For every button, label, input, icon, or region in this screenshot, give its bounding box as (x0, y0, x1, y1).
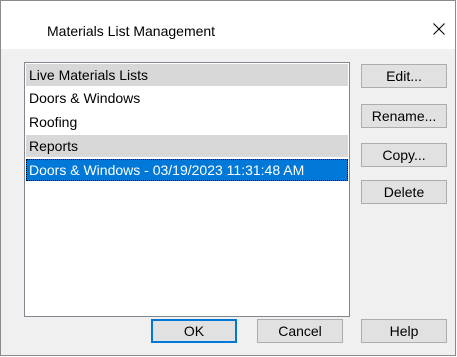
close-icon (433, 23, 445, 35)
list-item-doors-windows[interactable]: Doors & Windows (26, 87, 348, 109)
materials-list-box[interactable]: Live Materials Lists Doors & Windows Roo… (24, 62, 350, 317)
list-item-roofing[interactable]: Roofing (26, 111, 348, 133)
rename-button[interactable]: Rename... (361, 104, 447, 128)
list-group-live-materials-lists[interactable]: Live Materials Lists (26, 64, 348, 86)
title-bar: Materials List Management (1, 1, 455, 49)
dialog-title: Materials List Management (47, 23, 216, 39)
cancel-button[interactable]: Cancel (257, 319, 343, 343)
close-button[interactable] (427, 15, 451, 43)
list-item-report-doors-windows[interactable]: Doors & Windows - 03/19/2023 11:31:48 AM (26, 159, 348, 181)
list-group-reports[interactable]: Reports (26, 135, 348, 157)
ok-button[interactable]: OK (151, 319, 237, 343)
edit-button[interactable]: Edit... (361, 64, 447, 88)
help-button[interactable]: Help (361, 319, 447, 343)
delete-button[interactable]: Delete (361, 180, 447, 204)
copy-button[interactable]: Copy... (361, 143, 447, 167)
materials-list-management-dialog: Materials List Management Live Materials… (0, 0, 456, 356)
